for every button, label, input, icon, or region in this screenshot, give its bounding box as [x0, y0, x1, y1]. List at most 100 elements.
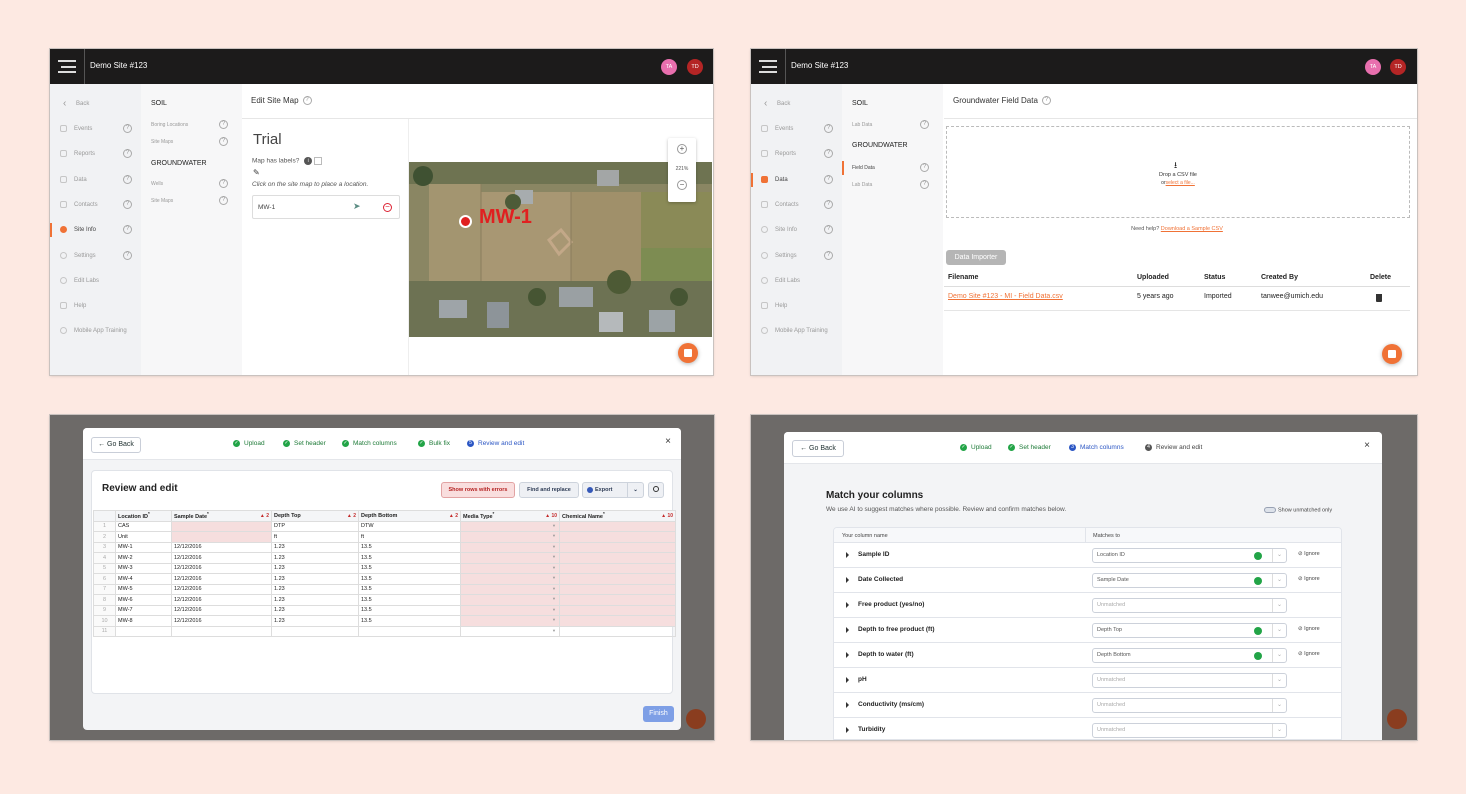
- grid-cell[interactable]: 12/12/2016: [171, 594, 272, 606]
- chevron-down-icon[interactable]: ⌄: [1271, 649, 1282, 662]
- grid-cell[interactable]: 1.23: [271, 594, 359, 606]
- chat-button[interactable]: [1382, 344, 1402, 364]
- avatar[interactable]: TA: [661, 59, 677, 75]
- grid-cell[interactable]: [171, 625, 272, 637]
- unmatched-toggle[interactable]: Show unmatched only: [1264, 507, 1332, 513]
- chevron-down-icon[interactable]: ⌄: [1271, 724, 1282, 737]
- grid-cell[interactable]: ▼: [460, 615, 560, 627]
- help-icon[interactable]: ?: [123, 251, 132, 260]
- nav-data[interactable]: Data?: [751, 173, 842, 187]
- help-icon[interactable]: ?: [824, 124, 833, 133]
- col-header[interactable]: Media Type* ▲ 10: [460, 510, 560, 522]
- chevron-down-icon[interactable]: ▼: [552, 596, 556, 601]
- match-select[interactable]: Sample Date ⌄: [1092, 573, 1287, 588]
- send-icon[interactable]: ➤: [353, 201, 361, 212]
- ignore-button[interactable]: ⊘ Ignore: [1298, 651, 1320, 657]
- chevron-down-icon[interactable]: ⌄: [1271, 574, 1282, 587]
- caret-right-icon[interactable]: [846, 552, 849, 558]
- close-icon[interactable]: ×: [1364, 440, 1370, 451]
- grid-cell[interactable]: MW-7: [115, 604, 172, 616]
- nav-back[interactable]: ‹ Back: [751, 97, 842, 111]
- help-icon[interactable]: ?: [123, 175, 132, 184]
- chevron-down-icon[interactable]: ▼: [552, 565, 556, 570]
- zoom-out-button[interactable]: −: [677, 180, 687, 190]
- nav-events[interactable]: Events?: [751, 122, 842, 136]
- match-select[interactable]: Depth Bottom ⌄: [1092, 648, 1287, 663]
- grid-cell[interactable]: CAS: [115, 520, 172, 532]
- ignore-button[interactable]: ⊘ Ignore: [1298, 626, 1320, 632]
- search-button[interactable]: [648, 482, 664, 498]
- trash-icon[interactable]: [1376, 294, 1382, 302]
- caret-right-icon[interactable]: [846, 727, 849, 733]
- show-errors-button[interactable]: Show rows with errors: [441, 482, 515, 498]
- nav-mobile-training[interactable]: Mobile App Training: [50, 324, 141, 338]
- grid-cell[interactable]: MW-5: [115, 583, 172, 595]
- match-select[interactable]: Depth Top ⌄: [1092, 623, 1287, 638]
- caret-right-icon[interactable]: [846, 677, 849, 683]
- caret-right-icon[interactable]: [846, 577, 849, 583]
- menu-icon[interactable]: [58, 60, 76, 73]
- download-sample-link[interactable]: Download a Sample CSV: [1161, 226, 1223, 232]
- help-icon[interactable]: ?: [219, 120, 228, 129]
- chevron-down-icon[interactable]: ⌄: [1271, 674, 1282, 687]
- help-icon[interactable]: ?: [123, 225, 132, 234]
- nav-settings[interactable]: Settings?: [50, 249, 141, 263]
- match-select[interactable]: Unmatched ⌄: [1092, 698, 1287, 713]
- help-icon[interactable]: ?: [824, 225, 833, 234]
- chevron-down-icon[interactable]: ▼: [552, 586, 556, 591]
- grid-cell[interactable]: 12/12/2016: [171, 583, 272, 595]
- chevron-down-icon[interactable]: ▼: [552, 607, 556, 612]
- find-replace-button[interactable]: Find and replace: [519, 482, 579, 498]
- nav-reports[interactable]: Reports?: [751, 147, 842, 161]
- help-icon[interactable]: ?: [302, 96, 312, 106]
- grid-cell[interactable]: 1.23: [271, 583, 359, 595]
- sub-item-soil-lab-data[interactable]: Lab Data?: [852, 120, 932, 129]
- chevron-down-icon[interactable]: ▼: [552, 617, 556, 622]
- grid-cell[interactable]: ▼: [460, 604, 560, 616]
- help-icon[interactable]: ?: [219, 137, 228, 146]
- grid-cell[interactable]: ▼: [460, 552, 560, 564]
- grid-cell[interactable]: ▼: [460, 573, 560, 585]
- sub-item-site-maps[interactable]: Site Maps?: [151, 137, 231, 146]
- grid-cell[interactable]: [559, 562, 676, 574]
- grid-cell[interactable]: MW-8: [115, 615, 172, 627]
- col-header[interactable]: Depth Top ▲ 2: [271, 510, 359, 522]
- grid-cell[interactable]: 13.5: [358, 615, 461, 627]
- col-header[interactable]: Chemical Name* ▲ 10: [559, 510, 676, 522]
- grid-cell[interactable]: DTW: [358, 520, 461, 532]
- grid-cell[interactable]: Unit: [115, 531, 172, 543]
- grid-cell[interactable]: 13.5: [358, 604, 461, 616]
- match-select[interactable]: Location ID ⌄: [1092, 548, 1287, 563]
- help-icon[interactable]: ?: [123, 124, 132, 133]
- help-icon[interactable]: ?: [123, 149, 132, 158]
- export-button[interactable]: Export ⌄: [582, 482, 644, 498]
- grid-cell[interactable]: ▼: [460, 583, 560, 595]
- match-select[interactable]: Unmatched ⌄: [1092, 723, 1287, 738]
- grid-cell[interactable]: ft: [358, 531, 461, 543]
- grid-cell[interactable]: [559, 625, 676, 637]
- grid-cell[interactable]: 13.5: [358, 541, 461, 553]
- avatar[interactable]: TD: [687, 59, 703, 75]
- col-header[interactable]: Sample Date* ▲ 2: [171, 510, 272, 522]
- grid-cell[interactable]: MW-1: [115, 541, 172, 553]
- nav-events[interactable]: Events?: [50, 122, 141, 136]
- sub-item-gw-lab-data[interactable]: Lab Data?: [852, 180, 932, 189]
- toggle-switch[interactable]: [1264, 507, 1276, 513]
- col-header[interactable]: Depth Bottom ▲ 2: [358, 510, 461, 522]
- grid-cell[interactable]: ft: [271, 531, 359, 543]
- help-icon[interactable]: ?: [824, 175, 833, 184]
- match-select[interactable]: Unmatched ⌄: [1092, 673, 1287, 688]
- grid-cell[interactable]: ▼: [460, 562, 560, 574]
- nav-help[interactable]: Help: [751, 299, 842, 313]
- help-icon[interactable]: ?: [123, 200, 132, 209]
- select-file-link[interactable]: select a file...: [1166, 180, 1195, 186]
- grid-cell[interactable]: MW-6: [115, 594, 172, 606]
- grid-cell[interactable]: 1.23: [271, 541, 359, 553]
- chevron-down-icon[interactable]: ▼: [552, 523, 556, 528]
- sub-item-gw-site-maps[interactable]: Site Maps?: [151, 196, 231, 205]
- data-importer-button[interactable]: Data Importer: [946, 250, 1006, 265]
- finish-button[interactable]: Finish: [643, 706, 674, 722]
- help-icon[interactable]: ?: [824, 251, 833, 260]
- caret-right-icon[interactable]: [846, 602, 849, 608]
- grid-cell[interactable]: [115, 625, 172, 637]
